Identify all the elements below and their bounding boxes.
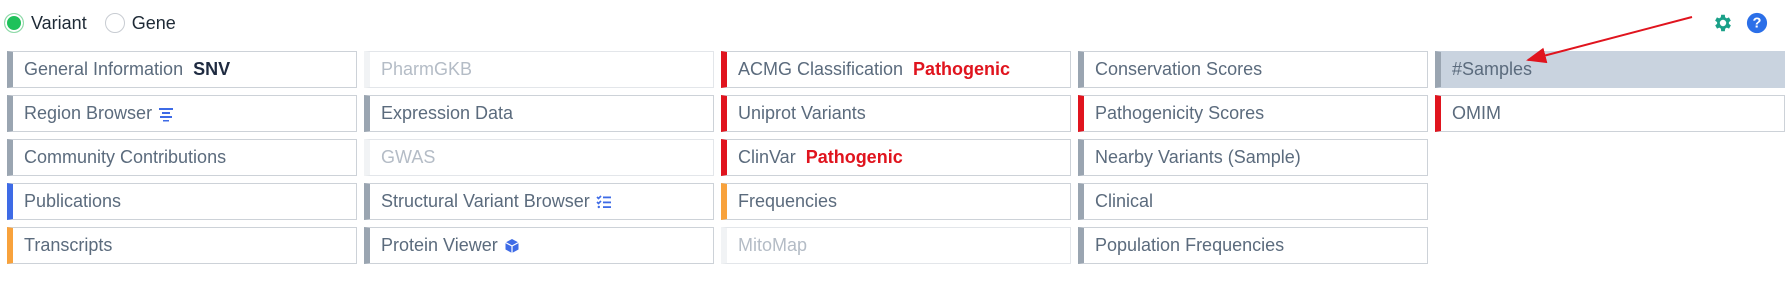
radio-gene[interactable]: Gene [104,12,176,34]
radio-variant-label: Variant [31,12,87,33]
panel-region-browser[interactable]: Region Browser [7,95,357,132]
gear-icon[interactable] [1712,12,1734,34]
toolbar-icons: ? [1700,12,1768,34]
panel-mitomap-label: MitoMap [738,235,808,255]
panel-samples-label: #Samples [1452,59,1533,79]
align-center-icon [159,107,174,121]
question-icon[interactable]: ? [1746,12,1768,34]
mode-selector: Variant Gene [4,10,194,36]
checklist-icon [596,194,611,208]
panel-pharmgkb-label: PharmGKB [381,59,473,79]
panel-mitomap: MitoMap [721,227,1071,264]
panel-pharmgkb: PharmGKB [364,51,714,88]
panel-transcripts[interactable]: Transcripts [7,227,357,264]
panel-acmg-classification[interactable]: ACMG Classification Pathogenic [721,51,1071,88]
panel-clinvar[interactable]: ClinVar Pathogenic [721,139,1071,176]
panel-general-information[interactable]: General Information SNV [7,51,357,88]
panel-expression-data-label: Expression Data [381,103,514,123]
panel-community-contributions[interactable]: Community Contributions [7,139,357,176]
svg-text:?: ? [1753,16,1762,32]
panel-publications[interactable]: Publications [7,183,357,220]
panel-protein-viewer[interactable]: Protein Viewer [364,227,714,264]
panel-acmg-classification-label: ACMG Classification [738,59,904,79]
acmg-pathogenic-badge: Pathogenic [913,59,1011,79]
clinvar-pathogenic-badge: Pathogenic [805,147,903,167]
panel-population-frequencies[interactable]: Population Frequencies [1078,227,1428,264]
panel-frequencies-label: Frequencies [738,191,838,211]
panel-expression-data[interactable]: Expression Data [364,95,714,132]
panel-clinical[interactable]: Clinical [1078,183,1428,220]
panel-structural-variant-browser-label: Structural Variant Browser [381,191,590,211]
panel-protein-viewer-label: Protein Viewer [381,235,498,255]
panel-omim-label: OMIM [1452,103,1501,123]
panel-pathogenicity-scores[interactable]: Pathogenicity Scores [1078,95,1428,132]
panel-population-frequencies-label: Population Frequencies [1095,235,1285,255]
panel-transcripts-label: Transcripts [24,235,113,255]
panel-region-browser-label: Region Browser [24,103,153,123]
panel-community-contributions-label: Community Contributions [24,147,227,167]
radio-gene-indicator[interactable] [104,13,125,33]
panel-grid: General Information SNV PharmGKB ACMG Cl… [7,51,1785,264]
cube-icon [504,238,519,253]
variant-type-badge: SNV [193,59,231,79]
panel-general-information-label: General Information [24,59,184,79]
panel-samples[interactable]: #Samples [1435,51,1785,88]
panel-omim[interactable]: OMIM [1435,95,1785,132]
panel-gwas: GWAS [364,139,714,176]
radio-variant-indicator[interactable] [4,13,24,33]
radio-gene-label: Gene [131,12,176,33]
panel-publications-label: Publications [24,191,122,211]
panel-conservation-scores[interactable]: Conservation Scores [1078,51,1428,88]
panel-clinical-label: Clinical [1095,191,1154,211]
panel-nearby-variants-label: Nearby Variants (Sample) [1095,147,1301,167]
panel-uniprot-variants[interactable]: Uniprot Variants [721,95,1071,132]
panel-pathogenicity-scores-label: Pathogenicity Scores [1095,103,1265,123]
panel-gwas-label: GWAS [381,147,436,167]
panel-clinvar-label: ClinVar [738,147,796,167]
panel-frequencies[interactable]: Frequencies [721,183,1071,220]
panel-conservation-scores-label: Conservation Scores [1095,59,1263,79]
radio-variant[interactable]: Variant [4,13,87,34]
panel-nearby-variants[interactable]: Nearby Variants (Sample) [1078,139,1428,176]
panel-uniprot-variants-label: Uniprot Variants [738,103,866,123]
panel-structural-variant-browser[interactable]: Structural Variant Browser [364,183,714,220]
